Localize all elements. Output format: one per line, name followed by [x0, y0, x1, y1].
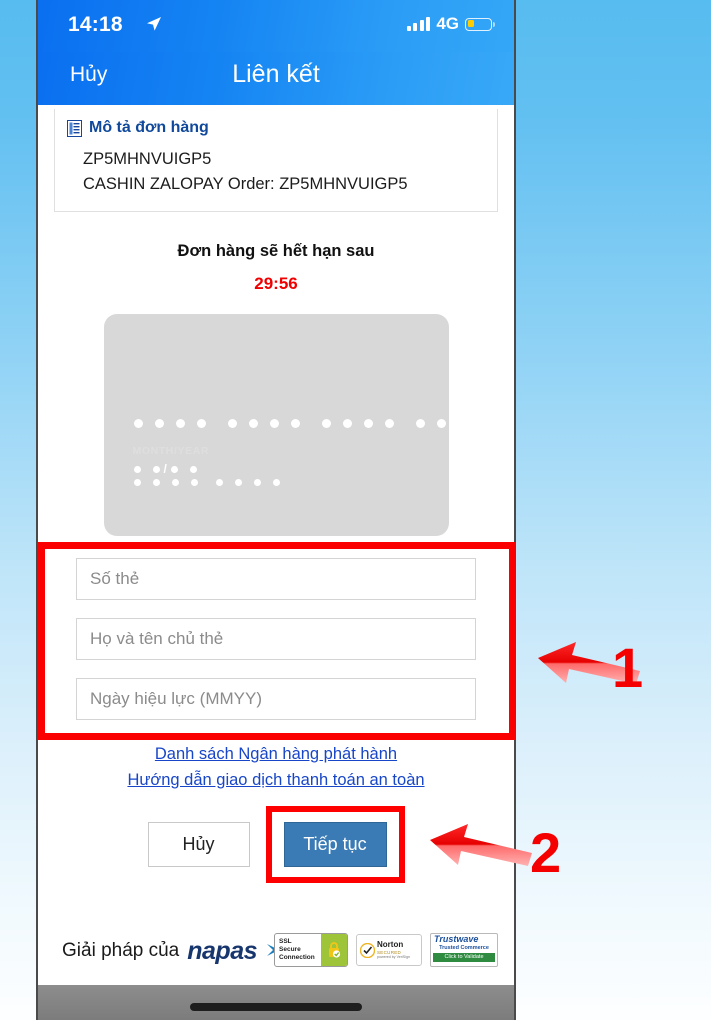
- annotation-number-1: 1: [612, 636, 644, 699]
- form-actions: Hủy Tiếp tục: [76, 806, 476, 884]
- helper-links: Danh sách Ngân hàng phát hành Hướng dẫn …: [76, 742, 476, 793]
- norton-secured-badge[interactable]: Norton SECURED powered by VeriSign: [356, 934, 422, 966]
- norton-footnote: powered by VeriSign: [377, 954, 410, 959]
- napas-solution-block: Giải pháp của napas: [62, 937, 291, 966]
- card-preview: MONTH/YEAR /: [103, 314, 488, 537]
- card-name-dots: [133, 479, 280, 487]
- status-bar-right: 4G: [406, 14, 495, 34]
- ssl-line-2: Secure: [279, 946, 301, 954]
- countdown-timer: 29:56: [254, 274, 298, 294]
- card-expiry-slash: /: [163, 462, 167, 477]
- solution-prefix-label: Giải pháp của: [62, 940, 180, 961]
- order-detail: CASHIN ZALOPAY Order: ZP5MHNVUIGP5: [83, 175, 408, 194]
- network-type-label: 4G: [436, 14, 459, 33]
- footer: Giải pháp của napas SSL Secure Connectio…: [38, 917, 514, 985]
- order-code: ZP5MHNVUIGP5: [83, 150, 212, 168]
- ssl-secure-connection-badge[interactable]: SSL Secure Connection: [274, 933, 348, 967]
- status-bar-time: 14:18: [68, 13, 123, 36]
- annotation-number-2: 2: [530, 821, 562, 884]
- card-holder-input[interactable]: [76, 618, 476, 661]
- card-month-year-label: MONTH/YEAR: [132, 445, 210, 458]
- trustwave-subtitle: Trusted Commerce: [439, 945, 489, 951]
- ssl-line-3: Connection: [279, 954, 315, 962]
- signal-bars-icon: [406, 17, 431, 31]
- battery-low-icon: [465, 17, 495, 31]
- home-indicator-area: [38, 985, 514, 1020]
- trustwave-badge[interactable]: Trustwave Trusted Commerce Click to Vali…: [430, 933, 498, 967]
- safe-payment-guide-link[interactable]: Hướng dẫn giao dịch thanh toán an toàn: [76, 768, 476, 794]
- nav-bar: Hủy Liên kết: [38, 52, 514, 105]
- annotation-arrow-2: [430, 824, 532, 866]
- status-bar: 14:18 4G: [38, 0, 514, 52]
- trustwave-title: Trustwave: [434, 934, 479, 944]
- ssl-line-1: SSL: [279, 938, 292, 945]
- card-number-input[interactable]: [76, 558, 476, 601]
- order-description-title: Mô tả đơn hàng: [89, 119, 209, 136]
- document-list-icon: [67, 119, 82, 137]
- order-description-panel: Mô tả đơn hàng ZP5MHNVUIGP5 CASHIN ZALOP…: [54, 109, 498, 213]
- continue-button-highlight: Tiếp tục: [265, 806, 405, 884]
- home-indicator-bar[interactable]: [190, 1002, 362, 1011]
- norton-title: Norton: [377, 940, 404, 950]
- continue-button[interactable]: Tiếp tục: [283, 822, 387, 868]
- napas-logo: napas: [187, 936, 258, 965]
- norton-check-icon: [360, 942, 375, 958]
- trustwave-validate-action[interactable]: Click to Validate: [433, 953, 495, 962]
- countdown-label: Đơn hàng sẽ hết hạn sau: [177, 242, 375, 261]
- trust-badges: SSL Secure Connection Norton SECURED pow…: [274, 933, 498, 967]
- location-arrow-icon: [147, 17, 161, 31]
- card-preview-wrapper: MONTH/YEAR /: [38, 314, 514, 537]
- page-content: Mô tả đơn hàng ZP5MHNVUIGP5 CASHIN ZALOP…: [38, 105, 514, 917]
- order-description-header: Mô tả đơn hàng: [55, 115, 497, 147]
- padlock-icon: [321, 934, 347, 966]
- card-expiry-dots: /: [133, 462, 197, 477]
- cancel-button[interactable]: Hủy: [147, 822, 250, 868]
- screenshot-root: 14:18 4G Hủy Liên kết Mô tả đơn hàng ZP5…: [0, 0, 711, 1020]
- issuing-bank-list-link[interactable]: Danh sách Ngân hàng phát hành: [76, 742, 476, 768]
- page-title: Liên kết: [232, 60, 320, 88]
- expiry-date-input[interactable]: [76, 678, 476, 721]
- card-number-dots: [133, 419, 488, 429]
